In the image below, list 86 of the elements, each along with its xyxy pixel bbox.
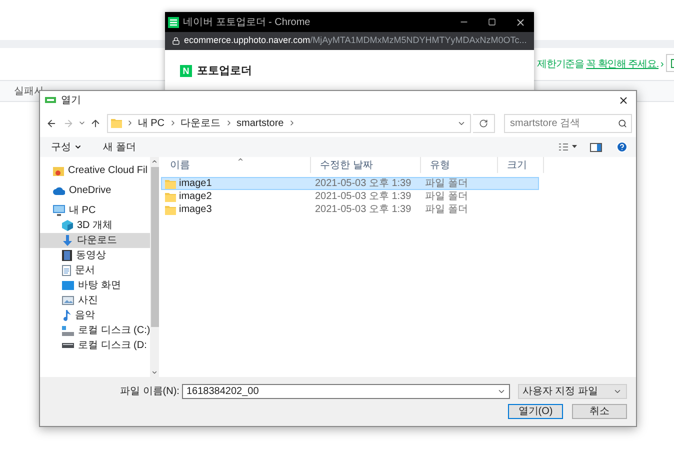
folder-icon <box>165 192 176 202</box>
sidebar-item[interactable]: OneDrive <box>40 183 150 198</box>
sidebar-item[interactable]: 3D 개체 <box>40 218 150 233</box>
dialog-button[interactable]: 열기(O) <box>508 404 563 419</box>
file-name-label: 파일 이름(N): <box>120 385 180 399</box>
refresh-button[interactable] <box>473 114 496 132</box>
close-icon <box>514 16 526 28</box>
new-folder-button[interactable]: 새 폴더 <box>103 140 136 154</box>
cloud-icon <box>53 186 65 194</box>
sidebar-item[interactable]: Creative Cloud Fil <box>40 163 150 178</box>
dropdown-icon[interactable] <box>497 387 506 396</box>
cloud-folder-icon <box>53 166 64 176</box>
refresh-icon <box>479 118 488 128</box>
file-type: 파일 폴더 <box>424 177 469 191</box>
search-icon <box>618 118 628 128</box>
modified-date: 2021-05-03 오후 1:39 <box>314 203 412 217</box>
scrollbar-thumb[interactable] <box>150 167 158 327</box>
music-note-icon <box>62 310 71 321</box>
maximize-icon <box>488 18 496 26</box>
scrollbar[interactable] <box>150 157 159 377</box>
document-icon <box>62 265 71 276</box>
column-header[interactable]: 이름 <box>161 157 311 173</box>
caret-icon <box>74 143 82 151</box>
lock-icon <box>172 37 180 45</box>
monitor-icon <box>53 205 65 216</box>
sidebar-item[interactable]: 로컬 디스크 (C:) <box>40 323 150 338</box>
file-type: 파일 폴더 <box>424 203 469 217</box>
file-name: image1 <box>179 177 212 191</box>
file-name-field[interactable]: 1618384202_00 <box>182 384 510 399</box>
cube-icon <box>62 220 73 231</box>
sidebar-item[interactable]: 동영상 <box>40 248 150 263</box>
sidebar-item[interactable]: 문서 <box>40 263 150 278</box>
close-icon <box>618 94 628 106</box>
column-header[interactable]: 크기 <box>498 157 544 173</box>
sidebar-item[interactable]: 로컬 디스크 (D: <box>40 338 150 353</box>
app-title: 포토업로더 <box>197 64 252 79</box>
address-field[interactable]: 내 PC 다운로드 smartstore <box>106 114 472 132</box>
organize-button[interactable]: 구성 <box>51 140 82 154</box>
column-header[interactable]: 수정한 날짜 <box>311 157 421 173</box>
up-icon[interactable] <box>90 118 101 128</box>
film-icon <box>62 250 72 261</box>
modified-date: 2021-05-03 오후 1:39 <box>314 177 412 191</box>
preview-pane-icon[interactable] <box>590 142 602 152</box>
file-type: 파일 폴더 <box>424 190 469 204</box>
column-header[interactable]: 유형 <box>421 157 498 173</box>
sidebar-item[interactable]: 내 PC <box>40 203 150 218</box>
search-field[interactable]: smartstore 검색 <box>504 114 632 132</box>
dialog-title: 열기 <box>61 94 82 108</box>
sidebar-item[interactable]: 다운로드 <box>40 233 150 248</box>
scroll-up-icon[interactable] <box>151 158 158 165</box>
scroll-down-icon[interactable] <box>151 369 158 376</box>
sidebar-item[interactable]: 음악 <box>40 308 150 323</box>
window-icon <box>45 97 56 103</box>
view-options-icon[interactable] <box>559 143 577 151</box>
desktop-icon <box>62 281 74 290</box>
breadcrumb-item[interactable]: 내 PC <box>138 116 164 130</box>
modified-date: 2021-05-03 오후 1:39 <box>314 190 412 204</box>
breadcrumb-item[interactable]: 다운로드 <box>180 116 220 130</box>
window-title: 네이버 포토업로더 - Chrome <box>183 16 312 30</box>
file-row[interactable]: image3 2021-05-03 오후 1:39 파일 폴더 <box>161 203 539 216</box>
app-icon <box>168 16 179 28</box>
notice-text: 제한기준을 꼭 확인해 주세요. <box>537 58 659 72</box>
breadcrumb-item[interactable]: smartstore <box>236 116 284 130</box>
address-bar[interactable]: ecommerce.upphoto.naver.com/MjAyMTA1MDMxMzM5NDYHMTYyMDAxNzM0OTc... <box>165 32 534 50</box>
drive-icon <box>62 343 74 348</box>
download-arrow-icon <box>62 235 73 246</box>
file-name: image2 <box>179 190 212 204</box>
file-row[interactable]: image2 2021-05-03 오후 1:39 파일 폴더 <box>161 190 539 203</box>
folder-icon <box>165 178 176 188</box>
drive-icon <box>62 326 74 336</box>
url-text: ecommerce.upphoto.naver.com/MjAyMTA1MDMxMzM5NDYHMTYyMDAxNzM0OTc... <box>184 34 527 48</box>
logo-icon: N <box>180 65 192 78</box>
dialog-button[interactable]: 취소 <box>572 404 627 419</box>
file-row[interactable]: image1 2021-05-03 오후 1:39 파일 폴더 <box>161 177 539 190</box>
recent-dropdown-icon[interactable] <box>78 119 86 127</box>
help-icon[interactable] <box>616 141 628 153</box>
picture-icon <box>62 296 74 305</box>
file-name: image3 <box>179 203 212 217</box>
back-icon[interactable] <box>46 118 57 128</box>
file-type-dropdown[interactable]: 사용자 지정 파일 <box>518 384 627 399</box>
sidebar-item[interactable]: 사진 <box>40 293 150 308</box>
folder-icon <box>110 118 122 128</box>
dropdown-icon <box>613 387 622 396</box>
folder-icon <box>165 204 176 214</box>
chevron-text: › <box>660 58 664 72</box>
sidebar-item[interactable]: 바탕 화면 <box>40 278 150 293</box>
